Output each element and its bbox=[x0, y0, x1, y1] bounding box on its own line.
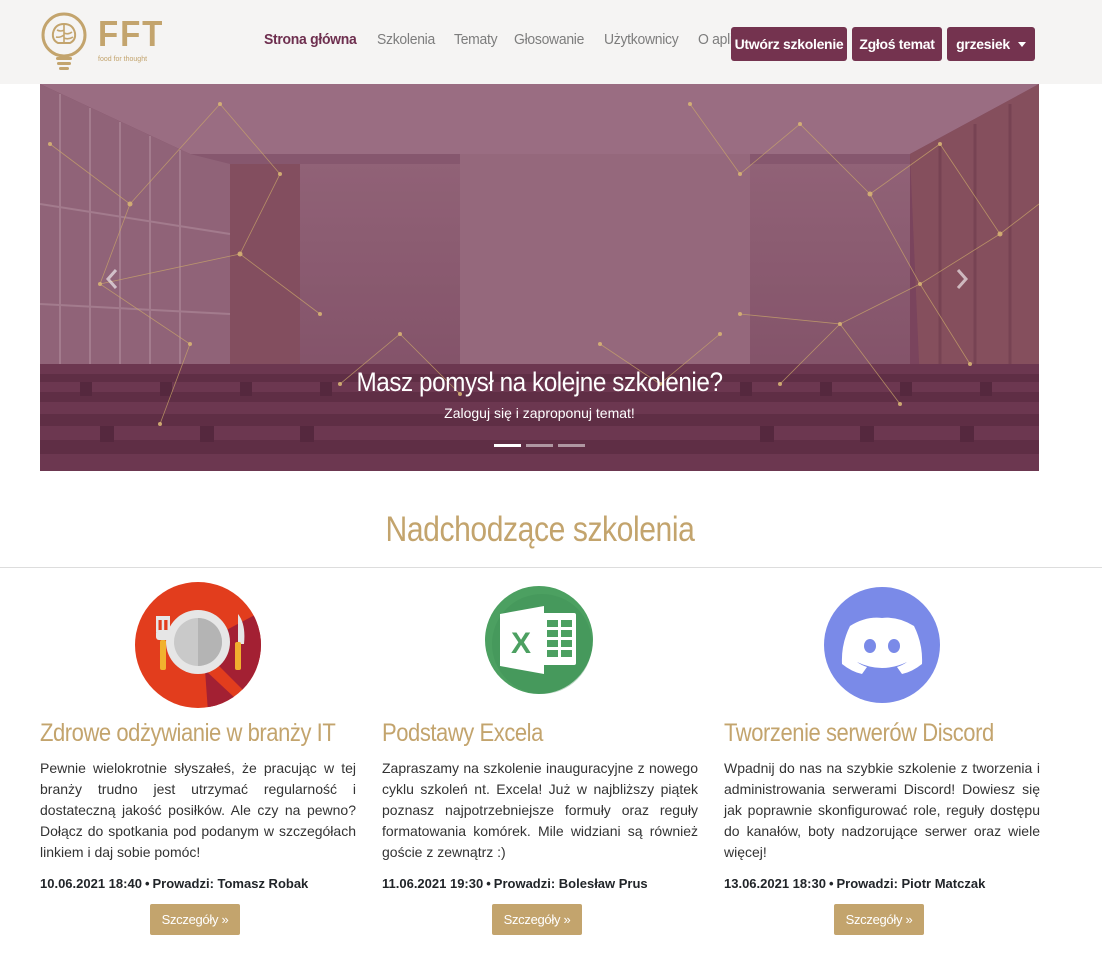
course-description: Pewnie wielokrotnie słyszałeś, że pracuj… bbox=[40, 760, 356, 860]
excel-icon: X bbox=[482, 583, 596, 697]
divider bbox=[0, 567, 1102, 568]
main-nav: Strona główna Szkolenia Tematy Głosowani… bbox=[264, 31, 764, 48]
details-button[interactable]: Szczegóły » bbox=[150, 904, 240, 935]
carousel-indicators bbox=[494, 444, 585, 447]
course-title[interactable]: Podstawy Excela bbox=[382, 719, 543, 748]
nav-link-topics[interactable]: Tematy bbox=[454, 31, 498, 48]
user-menu-button[interactable]: grzesiek bbox=[947, 27, 1035, 61]
caret-down-icon bbox=[1017, 41, 1026, 47]
course-title[interactable]: Zdrowe odżywianie w branży IT bbox=[40, 719, 336, 748]
details-button[interactable]: Szczegóły » bbox=[834, 904, 924, 935]
hero-carousel[interactable]: Masz pomysł na kolejne szkolenie? Zalogu… bbox=[40, 84, 1039, 471]
course-host: Prowadzi: Tomasz Robak bbox=[152, 876, 309, 891]
course-meta: 10.06.2021 18:40 • Prowadzi: Tomasz Robak bbox=[40, 876, 309, 891]
course-host: Prowadzi: Piotr Matczak bbox=[836, 876, 986, 891]
brand-logo[interactable]: FFT food for thought bbox=[40, 11, 162, 73]
discord-icon bbox=[824, 587, 940, 703]
section-title: Nadchodzące szkolenia bbox=[385, 510, 695, 549]
course-host: Prowadzi: Bolesław Prus bbox=[493, 876, 648, 891]
carousel-indicator[interactable] bbox=[494, 444, 521, 447]
details-button[interactable]: Szczegóły » bbox=[492, 904, 582, 935]
course-meta: 13.06.2021 18:30 • Prowadzi: Piotr Matczak bbox=[724, 876, 986, 891]
course-description: Zapraszamy na szkolenie inauguracyjne z … bbox=[382, 760, 698, 860]
svg-text:X: X bbox=[511, 627, 531, 660]
course-date: 10.06.2021 18:40 bbox=[40, 876, 142, 891]
nav-link-trainings[interactable]: Szkolenia bbox=[377, 31, 435, 48]
course-date: 11.06.2021 19:30 bbox=[382, 876, 484, 891]
report-topic-button[interactable]: Zgłoś temat bbox=[852, 27, 942, 61]
plate-cutlery-icon bbox=[135, 582, 261, 708]
course-date: 13.06.2021 18:30 bbox=[724, 876, 826, 891]
brand-name: FFT bbox=[98, 13, 165, 54]
user-menu-label: grzesiek bbox=[956, 36, 1010, 52]
carousel-prev-icon[interactable] bbox=[98, 264, 128, 294]
create-training-button[interactable]: Utwórz szkolenie bbox=[731, 27, 847, 61]
course-title[interactable]: Tworzenie serwerów Discord bbox=[724, 719, 994, 748]
carousel-caption-title: Masz pomysł na kolejne szkolenie? bbox=[356, 367, 723, 397]
carousel-caption-subtitle: Zaloguj się i zaproponuj temat! bbox=[444, 405, 635, 421]
course-meta: 11.06.2021 19:30 • Prowadzi: Bolesław Prus bbox=[382, 876, 648, 891]
carousel-indicator[interactable] bbox=[558, 444, 585, 447]
navbar: FFT food for thought Strona główna Szkol… bbox=[0, 0, 1102, 84]
nav-link-users[interactable]: Użytkownicy bbox=[604, 31, 679, 48]
carousel-next-icon[interactable] bbox=[946, 264, 976, 294]
brand-tagline: food for thought bbox=[98, 56, 148, 63]
lightbulb-brain-icon bbox=[41, 12, 87, 70]
nav-link-voting[interactable]: Głosowanie bbox=[514, 31, 584, 48]
carousel-indicator[interactable] bbox=[526, 444, 553, 447]
course-description: Wpadnij do nas na szybkie szkolenie z tw… bbox=[724, 760, 1040, 860]
nav-link-home[interactable]: Strona główna bbox=[264, 31, 357, 48]
